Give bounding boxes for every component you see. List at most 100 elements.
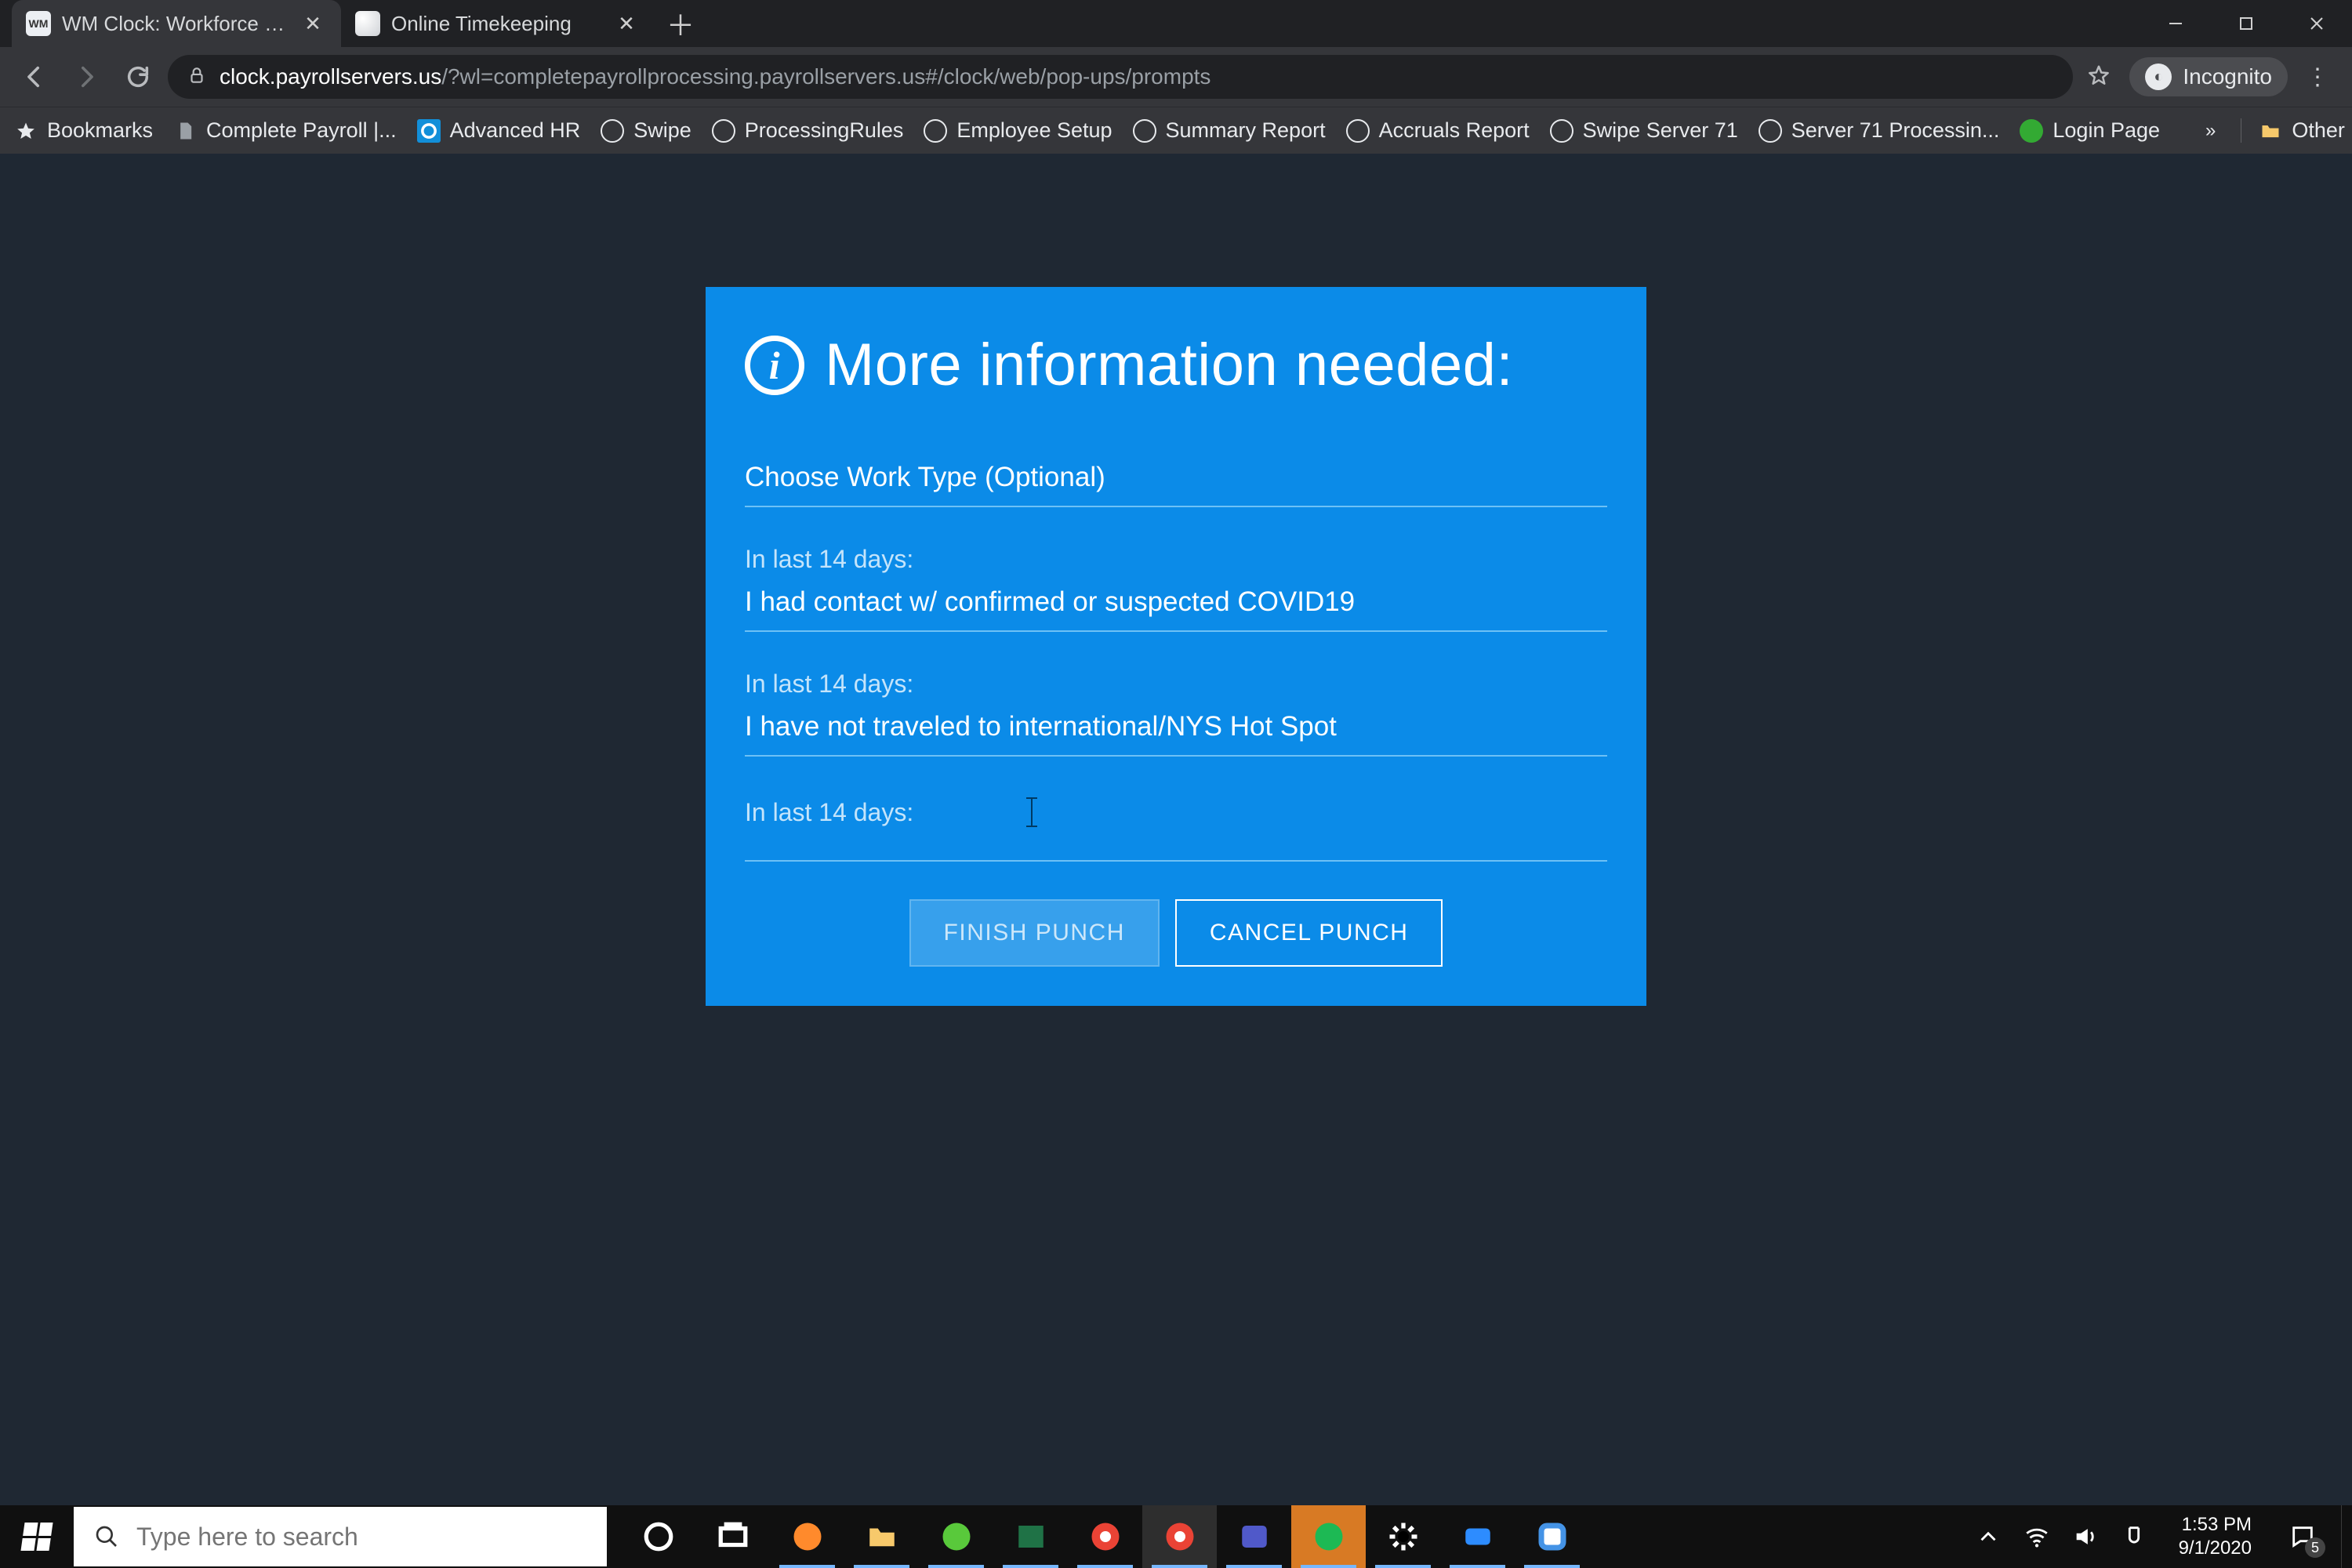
- field-value: Choose Work Type (Optional): [745, 454, 1607, 507]
- taskbar-search-input[interactable]: [136, 1523, 586, 1552]
- tray-volume-icon[interactable]: [2072, 1523, 2099, 1550]
- action-center-button[interactable]: 5: [2283, 1517, 2322, 1556]
- taskbar-teams[interactable]: [1217, 1505, 1291, 1568]
- tab-close-icon[interactable]: ✕: [302, 13, 324, 34]
- globe-icon: [1759, 119, 1782, 143]
- cortana-button[interactable]: [621, 1505, 695, 1568]
- ahr-icon: [417, 119, 441, 143]
- bookmark-swipe[interactable]: Swipe: [601, 118, 691, 143]
- bookmark-advanced-hr[interactable]: Advanced HR: [417, 118, 581, 143]
- tray-network-icon[interactable]: [2024, 1523, 2050, 1550]
- field-label: In last 14 days:: [745, 545, 1607, 574]
- taskbar-spotify[interactable]: [1291, 1505, 1366, 1568]
- tab-favicon: [355, 11, 380, 36]
- field-value: I had contact w/ confirmed or suspected …: [745, 579, 1607, 632]
- field-label: In last 14 days:: [745, 794, 1607, 827]
- field-covid-contact[interactable]: In last 14 days: I had contact w/ confir…: [745, 545, 1607, 632]
- bookmarks-menu[interactable]: Bookmarks: [14, 118, 153, 143]
- nav-forward-button[interactable]: [64, 55, 108, 99]
- tab-wm-clock[interactable]: WM WM Clock: Workforce Managem ✕: [12, 0, 341, 47]
- globe-icon: [712, 119, 735, 143]
- bookmarks-overflow-button[interactable]: »: [2201, 120, 2220, 142]
- taskbar-firefox[interactable]: [770, 1505, 844, 1568]
- incognito-icon: ◐: [2145, 64, 2172, 90]
- info-icon: [745, 336, 804, 395]
- cancel-punch-button[interactable]: CANCEL PUNCH: [1175, 899, 1443, 967]
- windows-taskbar: 1:53 PM 9/1/2020 5: [0, 1505, 2352, 1568]
- tab-favicon: WM: [26, 11, 51, 36]
- tab-title: Online Timekeeping: [391, 12, 604, 36]
- bookmark-star-icon[interactable]: [2087, 64, 2111, 91]
- bookmark-login-page[interactable]: Login Page: [2020, 118, 2160, 143]
- globe-icon: [1133, 119, 1156, 143]
- task-view-button[interactable]: [695, 1505, 770, 1568]
- bookmark-accruals-report[interactable]: Accruals Report: [1346, 118, 1530, 143]
- bookmark-complete-payroll[interactable]: Complete Payroll |...: [173, 118, 397, 143]
- taskbar-file-explorer[interactable]: [844, 1505, 919, 1568]
- windows-logo-icon: [20, 1523, 53, 1551]
- incognito-label: Incognito: [2183, 64, 2272, 89]
- window-minimize-button[interactable]: [2140, 0, 2211, 47]
- bookmark-summary-report[interactable]: Summary Report: [1133, 118, 1326, 143]
- tab-close-icon[interactable]: ✕: [615, 13, 637, 34]
- page-viewport: More information needed: Choose Work Typ…: [0, 154, 2352, 1505]
- login-icon: [2020, 119, 2043, 143]
- taskbar-settings[interactable]: [1366, 1505, 1440, 1568]
- nav-reload-button[interactable]: [116, 55, 160, 99]
- taskbar-contact[interactable]: [1515, 1505, 1589, 1568]
- field-empty[interactable]: In last 14 days:: [745, 794, 1607, 862]
- text-cursor-icon: [1031, 799, 1033, 826]
- show-desktop-button[interactable]: [2341, 1505, 2352, 1568]
- taskbar-app-green[interactable]: [919, 1505, 993, 1568]
- tab-strip: WM WM Clock: Workforce Managem ✕ Online …: [0, 0, 700, 47]
- tray-power-icon[interactable]: [2121, 1523, 2147, 1550]
- tab-online-timekeeping[interactable]: Online Timekeeping ✕: [341, 0, 655, 47]
- taskbar-clock[interactable]: 1:53 PM 9/1/2020: [2169, 1513, 2261, 1560]
- finish-punch-button[interactable]: FINISH PUNCH: [909, 899, 1160, 967]
- folder-icon: [2259, 119, 2282, 143]
- taskbar-chrome-2[interactable]: [1142, 1505, 1217, 1568]
- field-value: I have not traveled to international/NYS…: [745, 703, 1607, 757]
- modal-button-row: FINISH PUNCH CANCEL PUNCH: [745, 899, 1607, 967]
- taskbar-chrome-1[interactable]: [1068, 1505, 1142, 1568]
- taskbar-excel[interactable]: [993, 1505, 1068, 1568]
- window-maximize-button[interactable]: [2211, 0, 2281, 47]
- star-icon: [14, 119, 38, 143]
- taskbar-search[interactable]: [74, 1507, 607, 1566]
- system-tray: 1:53 PM 9/1/2020 5: [1961, 1505, 2341, 1568]
- url-text: clock.payrollservers.us/?wl=completepayr…: [220, 64, 1210, 89]
- taskbar-pinned: [621, 1505, 1589, 1568]
- bookmark-employee-setup[interactable]: Employee Setup: [924, 118, 1112, 143]
- window-controls: [2140, 0, 2352, 47]
- bookmark-processing-rules[interactable]: ProcessingRules: [712, 118, 904, 143]
- info-modal: More information needed: Choose Work Typ…: [706, 287, 1646, 1006]
- nav-back-button[interactable]: [13, 55, 56, 99]
- field-work-type[interactable]: Choose Work Type (Optional): [745, 454, 1607, 507]
- modal-heading: More information needed:: [745, 331, 1607, 399]
- page-icon: [173, 119, 197, 143]
- incognito-badge[interactable]: ◐ Incognito: [2129, 57, 2288, 96]
- address-bar: clock.payrollservers.us/?wl=completepayr…: [0, 47, 2352, 107]
- window-close-button[interactable]: [2281, 0, 2352, 47]
- lock-icon: [187, 65, 207, 89]
- globe-icon: [924, 119, 947, 143]
- taskbar-time: 1:53 PM: [2179, 1513, 2252, 1537]
- field-label: In last 14 days:: [745, 670, 1607, 699]
- new-tab-button[interactable]: ＋: [661, 4, 700, 43]
- other-bookmarks[interactable]: Other bookmarks: [2241, 118, 2352, 143]
- tab-title: WM Clock: Workforce Managem: [62, 12, 291, 36]
- taskbar-date: 9/1/2020: [2179, 1537, 2252, 1560]
- bookmark-swipe-server-71[interactable]: Swipe Server 71: [1550, 118, 1738, 143]
- omnibox[interactable]: clock.payrollservers.us/?wl=completepayr…: [168, 55, 2073, 99]
- search-icon: [94, 1524, 119, 1549]
- chrome-menu-button[interactable]: ⋮: [2296, 55, 2339, 99]
- globe-icon: [1346, 119, 1370, 143]
- start-button[interactable]: [0, 1505, 74, 1568]
- taskbar-zoom[interactable]: [1440, 1505, 1515, 1568]
- tray-overflow-icon[interactable]: [1975, 1523, 2002, 1550]
- bookmarks-bar: Bookmarks Complete Payroll |... Advanced…: [0, 107, 2352, 154]
- field-travel[interactable]: In last 14 days: I have not traveled to …: [745, 670, 1607, 757]
- bookmark-server-71-processing[interactable]: Server 71 Processin...: [1759, 118, 2000, 143]
- globe-icon: [601, 119, 624, 143]
- bookmarks-label: Bookmarks: [47, 118, 153, 143]
